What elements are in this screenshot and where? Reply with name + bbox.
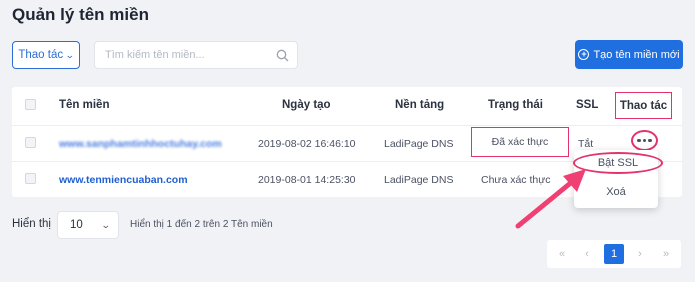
page-1-button[interactable]: 1 <box>604 244 624 264</box>
pagination-summary: Hiển thị 1 đến 2 trên 2 Tên miền <box>130 219 273 230</box>
chevron-down-icon: ⌄ <box>101 219 112 230</box>
page-size-value: 10 <box>70 219 83 231</box>
prev-page-button[interactable]: ‹ <box>577 244 597 264</box>
last-page-button[interactable]: » <box>656 244 676 264</box>
page-size-label: Hiển thị <box>12 218 51 230</box>
first-page-button[interactable]: « <box>552 244 572 264</box>
next-page-button[interactable]: › <box>630 244 650 264</box>
page-size-select[interactable]: 10 ⌄ <box>57 211 119 239</box>
